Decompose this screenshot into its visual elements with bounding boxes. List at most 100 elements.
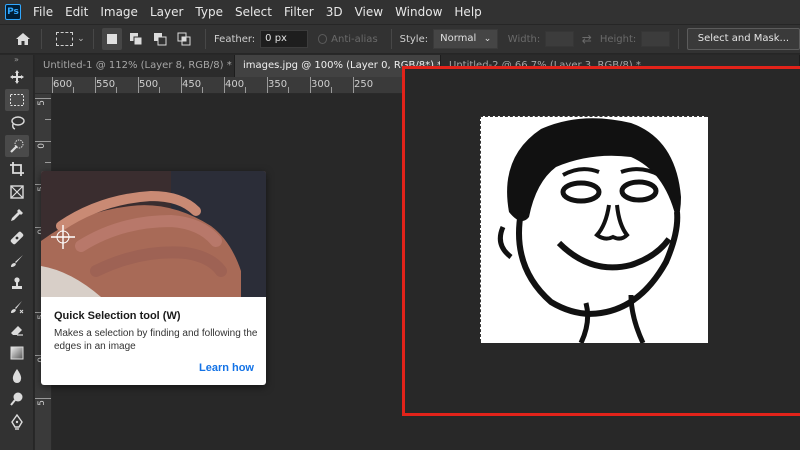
ruler-label: 300	[311, 79, 331, 90]
tools-panel: »	[0, 55, 34, 450]
menu-view[interactable]: View	[349, 0, 389, 24]
document-image-selection[interactable]	[480, 116, 708, 343]
learn-how-link[interactable]: Learn how	[199, 362, 254, 374]
move-icon	[9, 70, 24, 84]
feather-label: Feather:	[213, 33, 256, 45]
healing-brush-tool[interactable]	[5, 227, 29, 249]
menu-select[interactable]: Select	[229, 0, 278, 24]
history-brush-icon	[10, 301, 23, 314]
eyedropper-icon	[10, 209, 23, 221]
divider	[205, 29, 206, 49]
lasso-tool[interactable]	[5, 112, 29, 134]
dodge-tool[interactable]	[5, 388, 29, 410]
home-button[interactable]	[14, 29, 33, 49]
lasso-icon	[10, 116, 25, 130]
pen-icon	[10, 414, 23, 430]
new-selection-icon	[107, 34, 117, 44]
tool-tooltip-card: Quick Selection tool (W) Makes a selecti…	[41, 171, 266, 385]
swap-dimensions-icon[interactable]: ⇄	[582, 32, 592, 46]
intersect-selection-icon	[177, 32, 191, 46]
ruler-label: 550	[96, 79, 116, 90]
eraser-tool[interactable]	[5, 319, 29, 341]
frame-tool[interactable]	[5, 181, 29, 203]
height-input[interactable]	[641, 31, 670, 47]
tooltip-description: Makes a selection by finding and followi…	[54, 328, 258, 352]
crop-icon	[9, 162, 24, 176]
antialias-checkbox[interactable]	[317, 34, 328, 44]
menu-help[interactable]: Help	[448, 0, 487, 24]
width-label: Width:	[507, 33, 541, 45]
new-selection-button[interactable]	[101, 28, 123, 50]
quick-selection-icon	[9, 139, 23, 153]
pen-tool[interactable]	[5, 411, 29, 433]
menu-edit[interactable]: Edit	[59, 0, 94, 24]
add-to-selection-button[interactable]	[125, 28, 146, 50]
home-icon	[16, 33, 31, 45]
style-value: Normal	[440, 33, 477, 44]
ruler-label: 250	[354, 79, 374, 90]
photoshop-logo-icon[interactable]: Ps	[5, 4, 21, 20]
healing-brush-icon	[10, 231, 23, 245]
feather-input[interactable]: 0 px	[260, 30, 309, 48]
tooltip-title: Quick Selection tool (W)	[54, 310, 181, 322]
intersect-selection-button[interactable]	[173, 28, 194, 50]
frame-icon	[9, 185, 24, 199]
menu-3d[interactable]: 3D	[320, 0, 349, 24]
chevron-down-icon[interactable]: ⌄	[77, 34, 85, 44]
menu-image[interactable]: Image	[94, 0, 144, 24]
chevron-down-icon: ⌄	[483, 34, 492, 44]
tab-untitled-1[interactable]: Untitled-1 @ 112% (Layer 8, RGB/8) * ×	[35, 55, 235, 77]
menu-bar: Ps File Edit Image Layer Type Select Fil…	[0, 0, 800, 24]
menu-layer[interactable]: Layer	[144, 0, 189, 24]
ruler-label: 500	[139, 79, 159, 90]
brush-tool[interactable]	[5, 250, 29, 272]
hand-illustration	[41, 171, 266, 297]
antialias-label: Anti-alias	[331, 33, 378, 45]
blur-tool[interactable]	[5, 365, 29, 387]
brush-icon	[10, 255, 23, 267]
options-bar: ⌄ Feather: 0 px Anti-alias Style: Normal…	[0, 24, 800, 54]
ruler-label: 450	[182, 79, 202, 90]
style-label: Style:	[399, 33, 429, 45]
crop-tool[interactable]	[5, 158, 29, 180]
panel-collapse-icon[interactable]: »	[0, 55, 33, 65]
add-selection-icon	[129, 33, 143, 46]
menu-filter[interactable]: Filter	[278, 0, 320, 24]
clone-stamp-icon	[11, 277, 22, 289]
subtract-selection-icon	[153, 33, 167, 46]
divider	[677, 29, 679, 49]
menu-file[interactable]: File	[27, 0, 59, 24]
ruler-label: 350	[268, 79, 288, 90]
rectangular-marquee-tool[interactable]	[4, 89, 29, 111]
move-tool[interactable]	[5, 66, 29, 88]
tab-label: Untitled-1 @ 112% (Layer 8, RGB/8) *	[43, 60, 232, 71]
rectangular-marquee-preset-icon[interactable]	[55, 32, 74, 46]
style-select[interactable]: Normal ⌄	[433, 29, 499, 49]
face-drawing	[481, 117, 708, 343]
menu-window[interactable]: Window	[389, 0, 448, 24]
gradient-tool[interactable]	[5, 342, 29, 364]
divider	[40, 29, 42, 49]
ruler-label: 400	[225, 79, 245, 90]
dodge-icon	[9, 392, 22, 406]
height-label: Height:	[599, 33, 637, 45]
ruler-label: 5	[37, 400, 47, 406]
history-brush-tool[interactable]	[5, 296, 29, 318]
eraser-icon	[10, 326, 23, 336]
ruler-label: 600	[53, 79, 73, 90]
menu-type[interactable]: Type	[189, 0, 229, 24]
subtract-from-selection-button[interactable]	[149, 28, 170, 50]
eyedropper-tool[interactable]	[5, 204, 29, 226]
rectangular-marquee-icon	[9, 94, 24, 106]
ruler-label: 0	[37, 143, 47, 149]
clone-stamp-tool[interactable]	[5, 273, 29, 295]
select-and-mask-button[interactable]: Select and Mask...	[686, 28, 800, 50]
width-input[interactable]	[545, 31, 574, 47]
quick-selection-tool[interactable]	[4, 135, 29, 157]
tooltip-preview-image	[41, 171, 266, 297]
blur-icon	[12, 369, 21, 383]
gradient-icon	[10, 346, 23, 360]
divider	[390, 29, 392, 49]
ruler-label: 5	[37, 100, 47, 106]
divider	[92, 29, 94, 49]
